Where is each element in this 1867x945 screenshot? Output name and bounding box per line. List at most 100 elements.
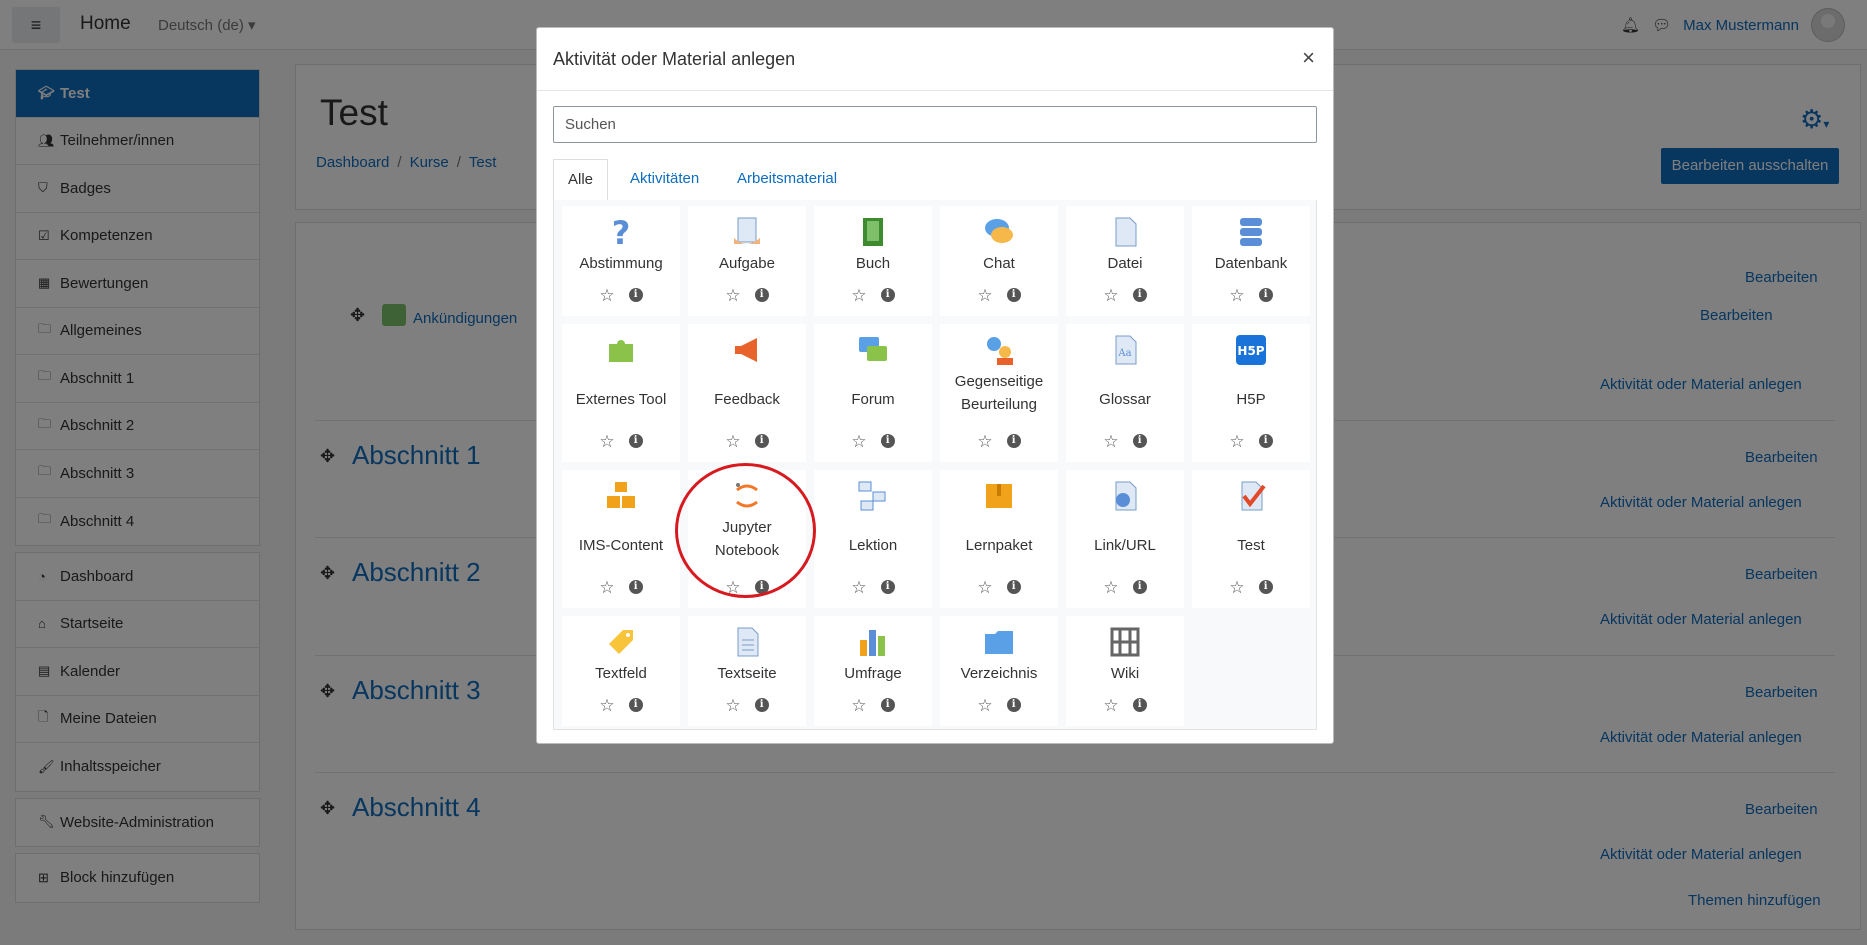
star-icon[interactable]: ☆ <box>1103 578 1118 598</box>
tab-activities[interactable]: Aktivitäten <box>616 159 713 201</box>
chooser-item-lektion[interactable]: Lektion ☆ i <box>814 470 932 608</box>
chooser-item-glossar[interactable]: Aa Glossar ☆ i <box>1066 324 1184 462</box>
info-icon[interactable]: i <box>1132 580 1147 594</box>
star-icon[interactable]: ☆ <box>977 578 992 598</box>
star-icon[interactable]: ☆ <box>977 696 992 716</box>
info-icon[interactable]: i <box>1258 434 1273 448</box>
star-icon[interactable]: ☆ <box>1103 696 1118 716</box>
star-icon[interactable]: ☆ <box>599 286 614 306</box>
info-icon[interactable]: i <box>880 698 895 712</box>
chooser-item-test[interactable]: Test ☆ i <box>1192 470 1310 608</box>
chooser-item-textseite[interactable]: Textseite ☆ i <box>688 616 806 726</box>
chooser-item-umfrage[interactable]: Umfrage ☆ i <box>814 616 932 726</box>
star-icon[interactable]: ☆ <box>725 432 740 452</box>
chooser-tabs: Alle Aktivitäten Arbeitsmaterial <box>553 159 1317 201</box>
chooser-item-externes-tool[interactable]: Externes Tool ☆ i <box>562 324 680 462</box>
chooser-item-forum[interactable]: Forum ☆ i <box>814 324 932 462</box>
chooser-item-link-url[interactable]: Link/URL ☆ i <box>1066 470 1184 608</box>
chooser-item-actions: ☆ i <box>562 696 680 716</box>
close-icon[interactable]: × <box>1302 46 1315 70</box>
chooser-item-textfeld[interactable]: Textfeld ☆ i <box>562 616 680 726</box>
forum-icon <box>814 334 932 366</box>
star-icon[interactable]: ☆ <box>1103 286 1118 306</box>
chooser-item-jupyter-notebook[interactable]: Jupyter Notebook ☆ i <box>688 470 806 608</box>
info-icon[interactable]: i <box>1006 434 1021 448</box>
info-icon[interactable]: i <box>754 434 769 448</box>
info-icon[interactable]: i <box>628 580 643 594</box>
info-icon[interactable]: i <box>880 434 895 448</box>
chooser-item-aufgabe[interactable]: Aufgabe ☆ i <box>688 206 806 316</box>
info-icon[interactable]: i <box>754 580 769 594</box>
chooser-item-feedback[interactable]: Feedback ☆ i <box>688 324 806 462</box>
chooser-item-buch[interactable]: Buch ☆ i <box>814 206 932 316</box>
chooser-item-label: Jupyter Notebook <box>714 519 780 559</box>
star-icon[interactable]: ☆ <box>725 286 740 306</box>
star-icon[interactable]: ☆ <box>1229 578 1244 598</box>
star-icon[interactable]: ☆ <box>977 286 992 306</box>
info-icon[interactable]: i <box>754 698 769 712</box>
info-icon[interactable]: i <box>628 288 643 302</box>
chooser-item-verzeichnis[interactable]: Verzeichnis ☆ i <box>940 616 1058 726</box>
star-icon[interactable]: ☆ <box>1229 432 1244 452</box>
info-icon[interactable]: i <box>754 288 769 302</box>
star-icon[interactable]: ☆ <box>1229 286 1244 306</box>
chooser-item-abstimmung[interactable]: ? Abstimmung ☆ i <box>562 206 680 316</box>
info-icon[interactable]: i <box>1132 434 1147 448</box>
tab-resources[interactable]: Arbeitsmaterial <box>723 159 851 201</box>
chooser-grid-area: ? Abstimmung ☆ i Aufgabe ☆ i Buch ☆ i Chat ☆ i Datei ☆… <box>553 200 1317 730</box>
url-icon <box>1066 480 1184 512</box>
chooser-item-label: Umfrage <box>844 665 902 682</box>
info-icon[interactable]: i <box>1258 580 1273 594</box>
info-icon[interactable]: i <box>628 698 643 712</box>
chooser-item-actions: ☆ i <box>562 578 680 598</box>
dialog-header: Aktivität oder Material anlegen × <box>537 28 1333 91</box>
quiz-icon <box>1192 480 1310 512</box>
info-icon[interactable]: i <box>1132 288 1147 302</box>
info-icon[interactable]: i <box>1258 288 1273 302</box>
chooser-item-h5p[interactable]: H5P H5P ☆ i <box>1192 324 1310 462</box>
assignment-icon <box>688 216 806 248</box>
star-icon[interactable]: ☆ <box>1103 432 1118 452</box>
chooser-item-label: Chat <box>983 255 1015 272</box>
chooser-item-ims-content[interactable]: IMS-Content ☆ i <box>562 470 680 608</box>
star-icon[interactable]: ☆ <box>851 432 866 452</box>
info-icon[interactable]: i <box>1006 698 1021 712</box>
chooser-item-datenbank[interactable]: Datenbank ☆ i <box>1192 206 1310 316</box>
star-icon[interactable]: ☆ <box>599 432 614 452</box>
database-icon <box>1192 216 1310 248</box>
star-icon[interactable]: ☆ <box>851 696 866 716</box>
info-icon[interactable]: i <box>880 580 895 594</box>
star-icon[interactable]: ☆ <box>851 286 866 306</box>
chooser-item-label: Test <box>1237 537 1265 554</box>
info-icon[interactable]: i <box>880 288 895 302</box>
boxes-icon <box>562 480 680 512</box>
info-icon[interactable]: i <box>1132 698 1147 712</box>
search-input[interactable] <box>553 106 1317 143</box>
book-icon <box>814 216 932 248</box>
tab-all[interactable]: Alle <box>553 159 609 201</box>
bar-chart-icon <box>814 626 932 658</box>
chooser-item-actions: ☆ i <box>940 286 1058 306</box>
info-icon[interactable]: i <box>1006 288 1021 302</box>
chooser-item-actions: ☆ i <box>1192 578 1310 598</box>
info-icon[interactable]: i <box>1006 580 1021 594</box>
svg-text:?: ? <box>612 216 631 248</box>
chooser-item-gegenseitige-beurteilung[interactable]: Gegenseitige Beurteilung ☆ i <box>940 324 1058 462</box>
star-icon[interactable]: ☆ <box>977 432 992 452</box>
chooser-item-wiki[interactable]: Wiki ☆ i <box>1066 616 1184 726</box>
star-icon[interactable]: ☆ <box>851 578 866 598</box>
star-icon[interactable]: ☆ <box>725 696 740 716</box>
chooser-item-actions: ☆ i <box>1066 696 1184 716</box>
star-icon[interactable]: ☆ <box>599 578 614 598</box>
chooser-item-chat[interactable]: Chat ☆ i <box>940 206 1058 316</box>
star-icon[interactable]: ☆ <box>599 696 614 716</box>
chooser-item-actions: ☆ i <box>814 432 932 452</box>
info-icon[interactable]: i <box>628 434 643 448</box>
chooser-item-label: Link/URL <box>1094 537 1156 554</box>
chooser-item-datei[interactable]: Datei ☆ i <box>1066 206 1184 316</box>
star-icon[interactable]: ☆ <box>725 578 740 598</box>
chooser-item-label: Verzeichnis <box>960 665 1038 682</box>
chooser-item-lernpaket[interactable]: Lernpaket ☆ i <box>940 470 1058 608</box>
chooser-item-label: Textfeld <box>595 665 647 682</box>
chooser-item-actions: ☆ i <box>814 696 932 716</box>
